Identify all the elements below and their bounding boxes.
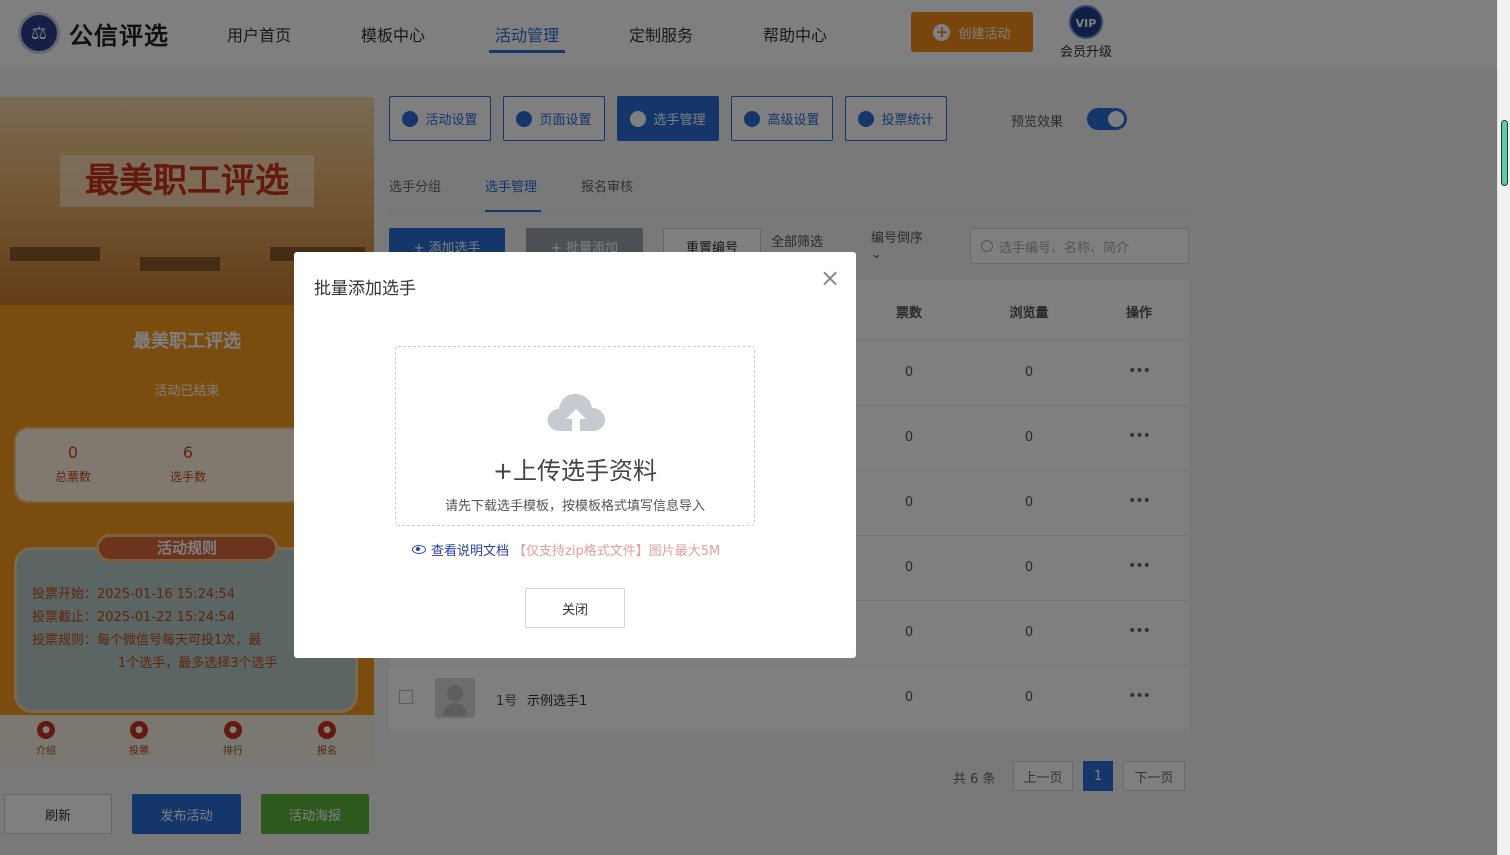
cloud-upload-icon <box>547 393 605 431</box>
eye-icon <box>412 545 426 554</box>
doc-line: 查看说明文档 【仅支持zip格式文件】图片最大5M <box>412 540 720 559</box>
batch-add-modal: 批量添加选手 × +上传选手资料 请先下载选手模板，按模板格式填写信息导入 查看… <box>294 252 856 658</box>
modal-close-button[interactable]: 关闭 <box>525 588 625 628</box>
upload-hint: 请先下载选手模板，按模板格式填写信息导入 <box>444 499 705 514</box>
close-icon[interactable]: × <box>818 266 842 290</box>
file-format-note: 【仅支持zip格式文件】图片最大5M <box>513 544 721 559</box>
page-scrollbar[interactable] <box>1497 0 1510 855</box>
modal-title: 批量添加选手 <box>314 279 416 299</box>
upload-dropzone[interactable]: +上传选手资料 请先下载选手模板，按模板格式填写信息导入 <box>395 346 755 526</box>
view-doc-link[interactable]: 查看说明文档 <box>431 540 509 559</box>
scrollbar-thumb[interactable] <box>1501 120 1508 186</box>
upload-title: +上传选手资料 <box>492 457 658 485</box>
